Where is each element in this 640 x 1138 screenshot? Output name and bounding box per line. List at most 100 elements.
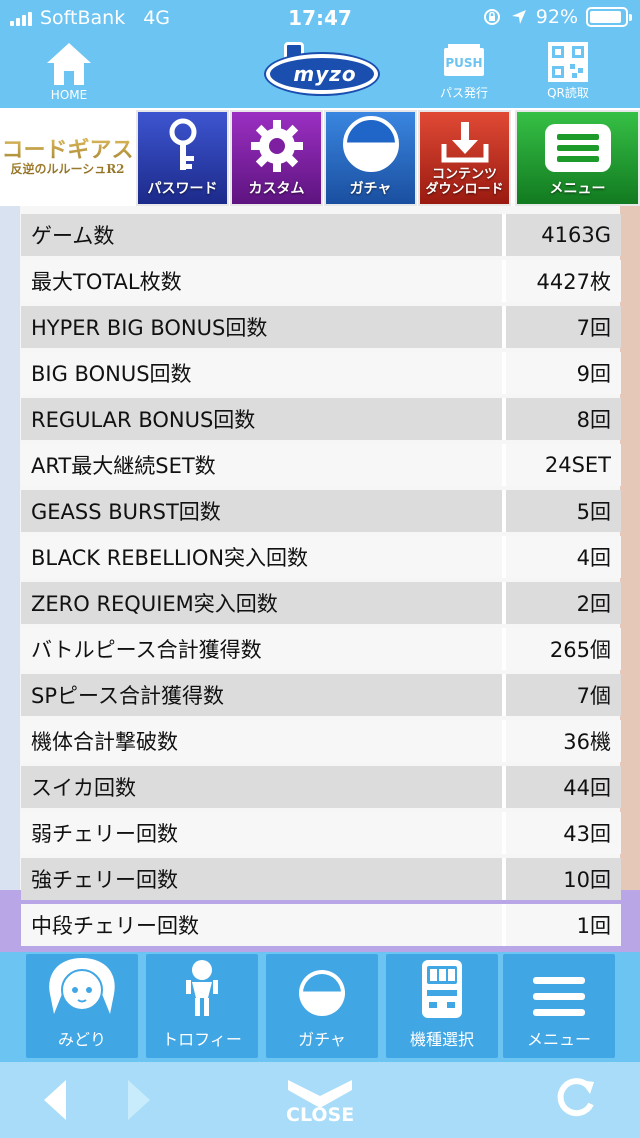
pass-issue-label: パス発行 [440,86,489,100]
tab-bottom-gacha-label: ガチャ [298,1030,346,1049]
table-row: REGULAR BONUS回数 8回 [21,398,621,440]
stat-label: REGULAR BONUS回数 [21,398,502,440]
stat-value: 7個 [502,674,621,716]
stat-value: 4163G [502,214,621,256]
slot-machine-icon [422,960,462,1018]
stats-content: ゲーム数 4163G 最大TOTAL枚数 4427枚 HYPER BIG BONUS回数… [0,206,640,952]
home-button[interactable]: HOME [44,40,94,102]
stat-label: 最大TOTAL枚数 [21,260,502,302]
tab-midori[interactable]: みどり [26,954,138,1058]
battery-icon [586,7,632,27]
tab-gacha[interactable]: ガチャ [324,110,417,206]
stat-value: 5回 [502,490,621,532]
stat-value: 7回 [502,306,621,348]
back-button[interactable] [40,1078,70,1122]
stat-label: 強チェリー回数 [21,858,502,900]
qr-read-button[interactable]: QR読取 [546,40,590,101]
tab-password[interactable]: パスワード [136,110,229,206]
forward-button[interactable] [124,1078,154,1122]
browser-footer: CLOSE [0,1062,640,1138]
gacha-capsule-icon [299,970,345,1016]
stat-value: 9回 [502,352,621,394]
stat-label: ART最大継続SET数 [21,444,502,486]
game-logo-line1: コードギアス [1,137,134,164]
stat-value: 24SET [502,444,621,486]
menu-list-icon [544,124,611,172]
push-icon: PUSH [444,44,484,76]
location-arrow-icon [511,10,526,24]
myzo-logo[interactable]: myzo [262,42,380,102]
stat-value: 1回 [502,904,621,946]
stat-label: ゲーム数 [21,214,502,256]
tab-custom[interactable]: カスタム [230,110,323,206]
stat-label: 中段チェリー回数 [21,904,502,946]
tab-custom-label: カスタム [248,181,305,197]
tab-content-download[interactable]: コンテンツ ダウンロード [418,110,511,206]
stat-label: バトルピース合計獲得数 [21,628,502,670]
table-row: BIG BONUS回数 9回 [21,352,621,394]
stat-value: 4回 [502,536,621,578]
tab-bottom-gacha[interactable]: ガチャ [266,954,378,1058]
stat-label: BLACK REBELLION突入回数 [21,536,502,578]
back-arrow-icon [44,1080,66,1120]
qr-read-label: QR読取 [547,86,589,100]
app-header: HOME myzo PUSH パス発行 QR読取 [0,36,640,108]
table-row: 強チェリー回数 10回 [21,858,621,900]
table-row: スイカ回数 44回 [21,766,621,808]
stat-value: 8回 [502,398,621,440]
stats-table: ゲーム数 4163G 最大TOTAL枚数 4427枚 HYPER BIG BONUS回数… [21,210,621,950]
table-row: ZERO REQUIEM突入回数 2回 [21,582,621,624]
game-logo-line2: 反逆のルルーシュR2 [10,161,125,176]
stat-value: 4427枚 [502,260,621,302]
stat-label: 弱チェリー回数 [21,812,502,854]
tab-machine-select[interactable]: 機種選択 [386,954,498,1058]
hamburger-menu-icon [533,977,585,1016]
stat-value: 2回 [502,582,621,624]
stat-label: BIG BONUS回数 [21,352,502,394]
close-button[interactable]: CLOSE [286,1078,354,1126]
game-logo[interactable]: コードギアス 反逆のルルーシュR2 [0,108,135,206]
reload-icon [557,1078,594,1117]
game-nav-row: コードギアス 反逆のルルーシュR2 パスワード カスタム ガチャ コンテンツ ダ… [0,108,640,206]
table-row: ゲーム数 4163G [21,214,621,256]
status-bar: SoftBank 4G 17:47 92% [0,0,640,36]
stat-label: GEASS BURST回数 [21,490,502,532]
forward-arrow-icon [128,1080,150,1120]
tab-gacha-label: ガチャ [349,181,392,197]
tab-machine-select-label: 機種選択 [409,1030,474,1049]
home-icon [47,43,91,85]
close-label: CLOSE [286,1104,355,1126]
stat-value: 44回 [502,766,621,808]
tab-menu-label: メニュー [549,181,606,197]
table-row: BLACK REBELLION突入回数 4回 [21,536,621,578]
logo-text: myzo [293,62,357,86]
pass-issue-button[interactable]: PUSH パス発行 [440,40,488,101]
table-row: 中段チェリー回数 1回 [21,904,621,946]
trophy-figure-icon [186,960,218,1016]
stat-value: 10回 [502,858,621,900]
push-text: PUSH [445,56,482,70]
stat-label: HYPER BIG BONUS回数 [21,306,502,348]
table-row: バトルピース合計獲得数 265個 [21,628,621,670]
key-icon [169,118,196,170]
bottom-tab-bar: みどり トロフィー ガチャ 機種選択 メニュー [0,952,640,1062]
qr-code-icon [548,42,588,82]
stat-value: 265個 [502,628,621,670]
tab-trophy-label: トロフィー [162,1030,242,1049]
tab-bottom-menu[interactable]: メニュー [503,954,615,1058]
tab-trophy[interactable]: トロフィー [146,954,258,1058]
table-row: 最大TOTAL枚数 4427枚 [21,260,621,302]
table-row: GEASS BURST回数 5回 [21,490,621,532]
reload-button[interactable] [552,1076,598,1122]
stat-label: ZERO REQUIEM突入回数 [21,582,502,624]
tab-menu[interactable]: メニュー [515,110,640,206]
tab-bottom-menu-label: メニュー [526,1030,591,1049]
table-row: 機体合計撃破数 36機 [21,720,621,762]
table-row: SPピース合計獲得数 7個 [21,674,621,716]
gear-icon [250,120,303,172]
tab-content-download-label1: コンテンツ [431,167,497,183]
stat-label: SPピース合計獲得数 [21,674,502,716]
tab-password-label: パスワード [147,181,218,197]
download-icon [441,122,488,163]
stat-label: 機体合計撃破数 [21,720,502,762]
